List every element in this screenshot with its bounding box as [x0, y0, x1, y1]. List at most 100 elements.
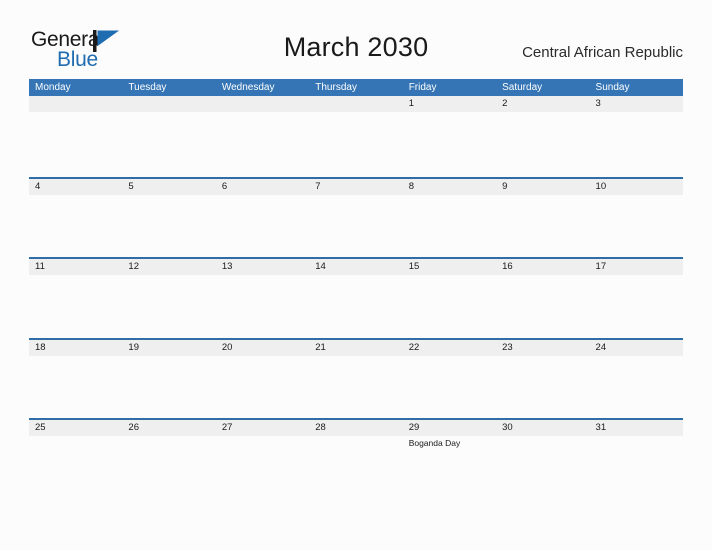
day-number: 18 [35, 341, 46, 353]
day-band [496, 96, 590, 112]
day-cell[interactable]: 3 [589, 96, 683, 177]
day-band [215, 96, 310, 112]
day-cell[interactable]: 15 [402, 259, 497, 338]
calendar-grid: Monday Tuesday Wednesday Thursday Friday… [29, 79, 683, 499]
day-cell[interactable]: 18 [29, 339, 123, 419]
day-event [596, 356, 680, 357]
day-band [402, 96, 497, 112]
day-event [128, 436, 212, 437]
week-row: 1 2 3 [29, 96, 683, 177]
day-event [35, 356, 119, 357]
day-cell[interactable]: 14 [309, 259, 403, 338]
day-number: 30 [502, 422, 513, 433]
day-event [222, 275, 306, 276]
day-event [35, 275, 119, 276]
day-event [596, 112, 680, 113]
day-event [128, 275, 212, 276]
day-band [122, 96, 216, 112]
day-number: 1 [408, 98, 414, 109]
day-cell[interactable]: 12 [122, 259, 216, 338]
weekday-wednesday: Wednesday [221, 82, 275, 93]
day-cell[interactable]: 10 [589, 178, 683, 258]
day-cell[interactable]: 1 [402, 96, 497, 177]
country-label: Central African Republic [522, 44, 683, 61]
day-event [596, 436, 680, 437]
day-cell[interactable]: 28 [309, 420, 403, 499]
weekday-sunday: Sunday [595, 82, 630, 93]
day-number: 20 [221, 341, 233, 353]
day-number: 7 [315, 180, 321, 192]
day-number: 28 [315, 422, 326, 433]
day-cell[interactable]: 17 [589, 259, 683, 338]
day-number: 31 [595, 422, 607, 433]
day-cell[interactable]: 24 [589, 339, 683, 419]
day-event [222, 112, 306, 113]
day-band [215, 178, 310, 195]
day-number: 15 [408, 261, 420, 272]
day-cell[interactable]: 8 [402, 178, 497, 258]
day-number: 4 [35, 180, 41, 192]
day-cell[interactable]: 5 [122, 178, 216, 258]
weekday-friday: Friday [408, 82, 437, 93]
day-cell[interactable]: 9 [496, 178, 590, 258]
day-event [502, 195, 586, 196]
day-event [222, 195, 306, 196]
day-event [315, 112, 399, 113]
day-number: 14 [315, 261, 326, 272]
day-event [35, 436, 119, 437]
day-cell[interactable]: 29 Boganda Day [402, 420, 497, 499]
weekday-saturday: Saturday [502, 82, 543, 93]
day-event [128, 195, 212, 196]
day-number: 26 [128, 422, 139, 433]
day-cell[interactable]: 22 [402, 339, 497, 419]
day-event [409, 112, 493, 113]
day-number: 27 [221, 422, 233, 433]
day-cell[interactable] [122, 96, 216, 177]
day-number: 10 [595, 180, 607, 192]
day-event [502, 275, 586, 276]
day-cell[interactable]: 7 [309, 178, 403, 258]
day-band [402, 178, 497, 195]
day-number: 6 [221, 180, 228, 192]
day-cell[interactable] [309, 96, 403, 177]
day-cell[interactable]: 2 [496, 96, 590, 177]
day-number: 9 [502, 180, 508, 192]
day-cell[interactable]: 31 [589, 420, 683, 499]
page-header: General Blue March 2030 Central African … [0, 0, 712, 78]
day-event [315, 356, 399, 357]
day-cell[interactable]: 30 [496, 420, 590, 499]
week-row: 4 5 6 7 8 9 10 [29, 176, 683, 258]
day-cell[interactable]: 13 [215, 259, 310, 338]
day-event [315, 195, 399, 196]
day-cell[interactable]: 26 [122, 420, 216, 499]
day-cell[interactable]: 11 [29, 259, 123, 338]
weekday-thursday: Thursday [315, 82, 357, 93]
calendar-page: General Blue March 2030 Central African … [0, 0, 712, 550]
day-number: 12 [128, 261, 139, 272]
day-number: 25 [35, 422, 46, 433]
day-number: 21 [315, 341, 326, 353]
day-event [128, 356, 212, 357]
day-cell[interactable]: 16 [496, 259, 590, 338]
day-band [122, 178, 216, 195]
day-cell[interactable]: 23 [496, 339, 590, 419]
day-event [409, 356, 493, 357]
day-number: 13 [221, 261, 233, 272]
day-number: 19 [128, 341, 139, 353]
day-cell[interactable]: 20 [215, 339, 310, 419]
day-cell[interactable]: 6 [215, 178, 310, 258]
day-cell[interactable]: 4 [29, 178, 123, 258]
day-cell[interactable]: 21 [309, 339, 403, 419]
day-number: 23 [502, 341, 513, 353]
day-event [128, 112, 212, 113]
day-number: 2 [502, 98, 508, 109]
day-cell[interactable] [215, 96, 310, 177]
day-number: 11 [35, 261, 45, 272]
day-cell[interactable]: 27 [215, 420, 310, 499]
day-event [596, 195, 680, 196]
day-band [29, 96, 123, 112]
day-cell[interactable]: 25 [29, 420, 123, 499]
day-cell[interactable]: 19 [122, 339, 216, 419]
day-cell[interactable] [29, 96, 123, 177]
day-event [222, 356, 306, 357]
